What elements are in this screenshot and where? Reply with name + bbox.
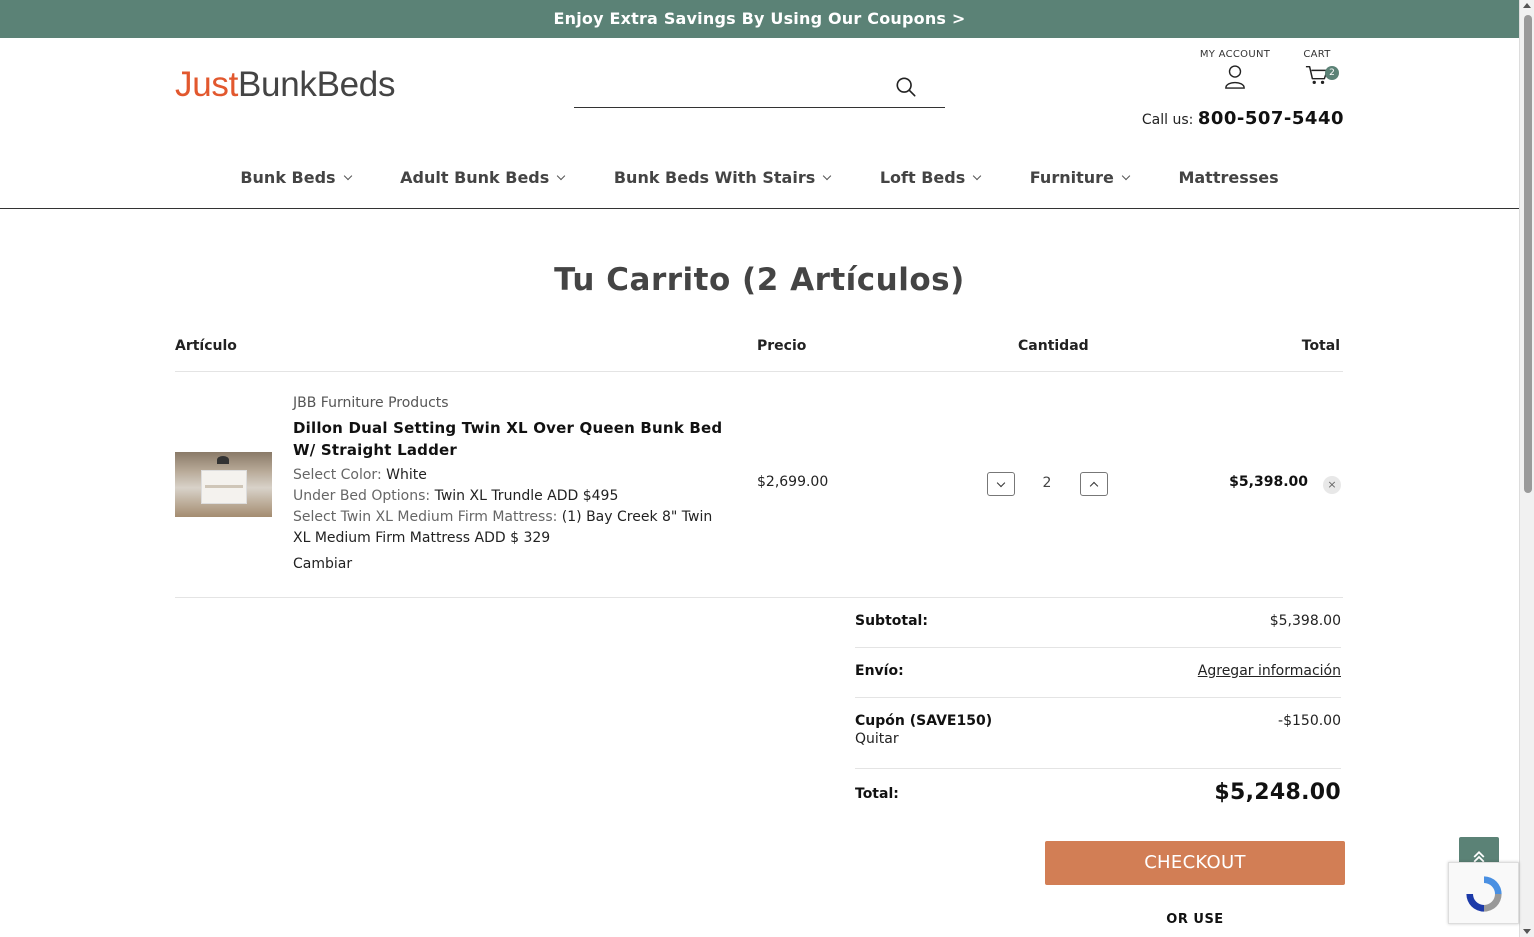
nav-item-adult-bunk-beds[interactable]: Adult Bunk Beds: [400, 168, 566, 187]
cart-link[interactable]: CART 2: [1300, 49, 1339, 91]
quantity-stepper: 2: [987, 472, 1108, 496]
order-summary: Subtotal: $5,398.00 Envío: Agregar infor…: [855, 598, 1341, 829]
cart-label: CART: [1303, 49, 1331, 60]
nav-item-label: Loft Beds: [879, 168, 966, 187]
product-name[interactable]: Dillon Dual Setting Twin XL Over Queen B…: [293, 417, 723, 461]
chevron-down-icon: [996, 478, 1006, 488]
summary-total: Total: $5,248.00: [855, 769, 1341, 829]
column-header-total: Total: [1301, 338, 1340, 354]
product-details: JBB Furniture Products Dillon Dual Setti…: [293, 393, 723, 575]
my-account-link[interactable]: MY ACCOUNT: [1199, 49, 1271, 95]
scrollbar-thumb[interactable]: [1524, 15, 1532, 493]
nav-item-label: Bunk Beds: [240, 168, 336, 187]
cart-count-badge: 2: [1325, 66, 1339, 80]
unit-price: $2,699.00: [757, 474, 829, 490]
promo-banner[interactable]: Enjoy Extra Savings By Using Our Coupons…: [0, 0, 1519, 38]
option-value: Twin XL Trundle ADD $495: [434, 488, 619, 504]
nav-item-label: Mattresses: [1178, 168, 1279, 187]
nav-item-label: Bunk Beds With Stairs: [613, 168, 816, 187]
coupon-label: Cupón (SAVE150): [855, 713, 993, 729]
nav-item-mattresses[interactable]: Mattresses: [1178, 168, 1278, 187]
product-brand: JBB Furniture Products: [293, 395, 449, 411]
nav-item-bunk-beds-with-stairs[interactable]: Bunk Beds With Stairs: [613, 168, 832, 187]
chevron-up-icon: [1089, 481, 1099, 491]
cart-item-row: JBB Furniture Products Dillon Dual Setti…: [175, 372, 1343, 598]
column-header-quantity: Cantidad: [1018, 338, 1089, 354]
chevron-down-icon: [343, 171, 352, 181]
nav-item-label: Adult Bunk Beds: [400, 168, 550, 187]
chevron-down-icon: [823, 171, 832, 181]
call-us: Call us: 800-507-5440: [1142, 108, 1344, 129]
option-key: Select Color:: [293, 467, 382, 483]
chevron-down-icon: [1121, 171, 1131, 181]
user-icon: [1225, 65, 1245, 89]
search-input[interactable]: [574, 68, 874, 106]
search-bar: [574, 68, 945, 108]
page-title: Tu Carrito (2 Artículos): [554, 262, 965, 298]
nav-item-loft-beds[interactable]: Loft Beds: [879, 168, 982, 187]
recaptcha-icon: [1466, 876, 1502, 912]
checkout-button[interactable]: CHECKOUT: [1045, 841, 1345, 885]
product-thumbnail[interactable]: [175, 452, 272, 517]
phone-number[interactable]: 800-507-5440: [1198, 108, 1344, 129]
scroll-up-arrow-icon[interactable]: [1523, 3, 1531, 8]
call-us-label: Call us:: [1141, 112, 1194, 128]
site-header: JustBunkBeds MY ACCOUNT CART 2 Call us: …: [0, 38, 1519, 209]
increase-quantity-button[interactable]: [1080, 472, 1108, 496]
nav-item-bunk-beds[interactable]: Bunk Beds: [240, 168, 352, 187]
column-header-item: Artículo: [175, 338, 237, 354]
change-options-link[interactable]: Cambiar: [293, 554, 723, 575]
quantity-value[interactable]: 2: [1027, 475, 1067, 491]
scroll-down-arrow-icon[interactable]: [1523, 929, 1531, 934]
product-option: Under Bed Options: Twin XL Trundle ADD $…: [293, 486, 723, 507]
nav-item-furniture[interactable]: Furniture: [1029, 168, 1131, 187]
site-logo[interactable]: JustBunkBeds: [175, 65, 395, 105]
summary-shipping: Envío: Agregar información: [855, 648, 1341, 698]
recaptcha-badge[interactable]: [1448, 862, 1519, 924]
nav-item-label: Furniture: [1029, 168, 1114, 187]
summary-subtotal: Subtotal: $5,398.00: [855, 598, 1341, 648]
option-key: Under Bed Options:: [293, 488, 431, 504]
coupon-value: -$150.00: [1278, 713, 1341, 729]
chevron-down-icon: [557, 171, 566, 181]
summary-coupon: Cupón (SAVE150) Quitar -$150.00: [855, 698, 1341, 769]
my-account-label: MY ACCOUNT: [1199, 49, 1271, 60]
subtotal-value: $5,398.00: [1269, 613, 1341, 629]
total-value: $5,248.00: [1214, 780, 1341, 805]
line-total: $5,398.00: [1229, 474, 1308, 490]
chevron-down-icon: [972, 171, 982, 181]
product-option: Select Color: White: [293, 465, 723, 486]
subtotal-label: Subtotal:: [855, 613, 928, 629]
thumbnail-lamp: [217, 456, 229, 464]
remove-item-close-icon[interactable]: ×: [1323, 476, 1341, 494]
column-header-price: Precio: [757, 338, 807, 354]
search-icon[interactable]: [895, 76, 917, 98]
or-use-label: OR USE: [1166, 912, 1224, 927]
thumbnail-bed-rail: [205, 485, 243, 488]
logo-just: Just: [175, 65, 238, 104]
remove-coupon-link[interactable]: Quitar: [855, 731, 1341, 747]
main-nav: Bunk Beds Adult Bunk Beds Bunk Beds With…: [0, 168, 1519, 187]
decrease-quantity-button[interactable]: [987, 472, 1015, 496]
option-value: White: [386, 467, 427, 483]
logo-bunkbeds: BunkBeds: [238, 65, 396, 104]
add-shipping-info-link[interactable]: Agregar información: [1198, 663, 1341, 679]
product-option: Select Twin XL Medium Firm Mattress: (1)…: [293, 507, 723, 549]
page-scrollbar[interactable]: [1519, 0, 1534, 937]
cart-table-header: Artículo Precio Cantidad Total: [175, 338, 1343, 372]
option-key: Select Twin XL Medium Firm Mattress:: [293, 509, 558, 525]
